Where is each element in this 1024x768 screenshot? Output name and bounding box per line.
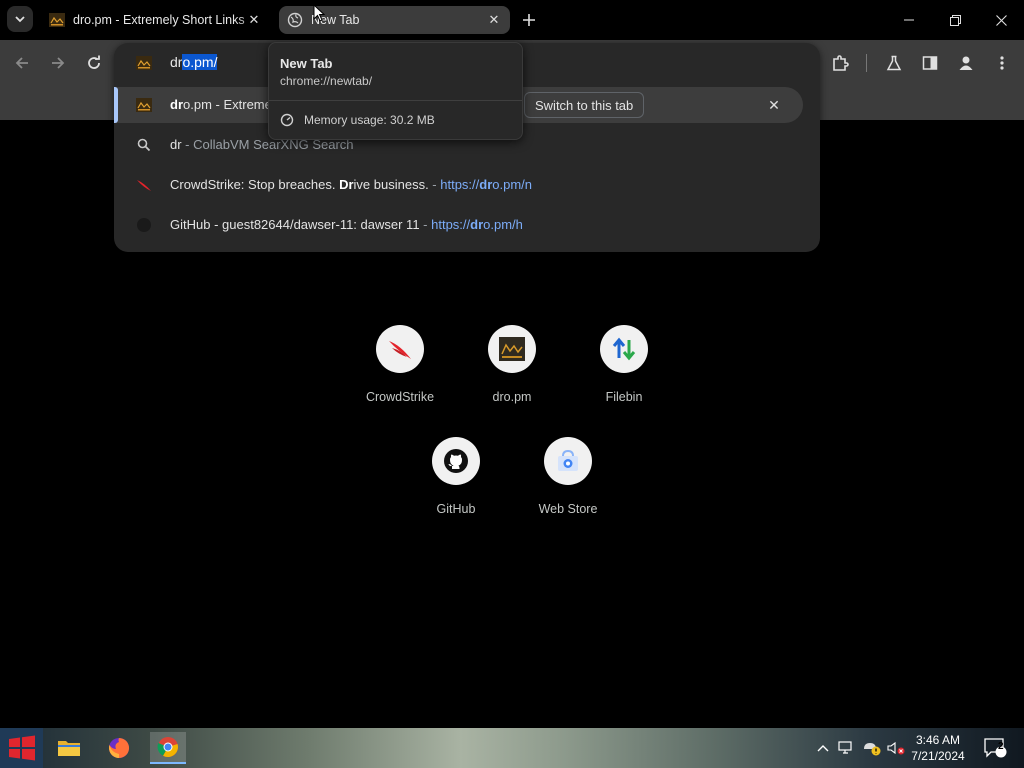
suggestion-history[interactable]: CrowdStrike: Stop breaches. Drive busine… [114, 167, 820, 203]
clock[interactable]: 3:46 AM 7/21/2024 [902, 732, 974, 764]
dro-pm-icon [488, 325, 536, 373]
flask-icon [886, 55, 902, 71]
globe-icon [287, 12, 303, 28]
clock-date: 7/21/2024 [911, 749, 965, 763]
crowdstrike-favicon-icon [136, 177, 152, 193]
suggestion-text: CrowdStrike: Stop breaches. Drive busine… [170, 177, 533, 192]
filebin-icon [600, 325, 648, 373]
shortcut-web-store[interactable]: Web Store [520, 437, 616, 537]
shortcut-label: Web Store [538, 502, 598, 516]
side-panel-icon [922, 56, 938, 70]
defender-warning-icon[interactable] [860, 728, 884, 768]
folder-icon [58, 741, 80, 756]
restore-button[interactable] [932, 0, 978, 40]
shortcut-filebin[interactable]: Filebin [576, 325, 672, 425]
taskbar: 3:46 AM 7/21/2024 2 [0, 728, 1024, 768]
forward-button[interactable] [44, 49, 72, 77]
search-icon [136, 137, 152, 153]
close-tab-icon[interactable]: ✕ [246, 12, 262, 28]
github-icon [432, 437, 480, 485]
hover-card-url: chrome://newtab/ [280, 74, 373, 88]
shortcut-crowdstrike[interactable]: CrowdStrike [352, 325, 448, 425]
close-tab-icon[interactable]: ✕ [486, 12, 502, 28]
switch-to-tab-button[interactable]: Switch to this tab [524, 92, 645, 118]
dro-pm-favicon-icon [136, 97, 152, 113]
minimize-icon [904, 19, 914, 21]
hover-card-memory: Memory usage: 30.2 MB [280, 113, 435, 127]
hover-card-divider [269, 100, 522, 101]
minimize-button[interactable] [886, 0, 932, 40]
reload-icon [88, 55, 100, 69]
start-button[interactable] [0, 728, 43, 768]
close-window-button[interactable] [978, 0, 1024, 40]
kebab-menu-icon [1000, 56, 1004, 70]
omnibox-text[interactable]: dro.pm/ [170, 54, 218, 70]
chevron-down-icon [15, 16, 25, 23]
memory-usage-text: Memory usage: 30.2 MB [304, 113, 435, 127]
shortcut-label: GitHub [436, 502, 476, 516]
network-icon[interactable] [836, 728, 858, 768]
arrow-left-icon [15, 57, 28, 69]
gauge-icon [280, 113, 294, 127]
suggestion-text: GitHub - guest82644/dawser-11: dawser 11… [170, 217, 523, 232]
autocomplete-selection: o.pm/ [182, 54, 218, 70]
shortcut-label: dro.pm [492, 390, 532, 404]
web-store-icon [544, 437, 592, 485]
toolbar-divider [866, 54, 867, 72]
taskbar-firefox[interactable] [101, 732, 137, 764]
taskbar-file-explorer[interactable] [51, 732, 87, 764]
dro-pm-favicon-icon [49, 12, 65, 28]
chrome-icon [157, 737, 178, 758]
extensions-button[interactable] [826, 49, 854, 77]
close-icon [995, 14, 1007, 26]
shortcut-dro-pm[interactable]: dro.pm [464, 325, 560, 425]
tab-title: New Tab [311, 13, 360, 27]
arrow-right-icon [52, 57, 65, 69]
suggestion-history[interactable]: GitHub - guest82644/dawser-11: dawser 11… [114, 207, 820, 243]
puzzle-icon [833, 55, 849, 71]
taskbar-chrome[interactable] [150, 732, 186, 764]
notification-count: 2 [998, 741, 1004, 752]
plus-icon [523, 14, 535, 26]
tab-title: dro.pm - Extremely Short Links [73, 13, 245, 27]
mouse-cursor-icon [313, 4, 325, 22]
shortcut-label: CrowdStrike [365, 390, 435, 404]
tab-search-button[interactable] [7, 6, 33, 32]
remove-suggestion-icon[interactable]: ✕ [764, 95, 784, 115]
windows-logo-icon [8, 735, 35, 761]
tab-strip: dro.pm - Extremely Short Links ✕ New Tab… [0, 0, 1024, 40]
clock-time: 3:46 AM [915, 733, 961, 747]
crowdstrike-icon [376, 325, 424, 373]
tab-dro-pm[interactable]: dro.pm - Extremely Short Links ✕ [41, 6, 270, 34]
side-panel-button[interactable] [916, 49, 944, 77]
hover-card-title: New Tab [280, 56, 333, 71]
typed-text: dr [170, 54, 183, 70]
dro-pm-favicon-icon [136, 55, 152, 71]
back-button[interactable] [8, 49, 36, 77]
reload-button[interactable] [80, 49, 108, 77]
user-icon [959, 56, 973, 70]
labs-button[interactable] [880, 49, 908, 77]
shortcut-github[interactable]: GitHub [408, 437, 504, 537]
github-favicon-icon [136, 217, 152, 233]
restore-icon [949, 14, 961, 26]
action-center-button[interactable]: 2 [978, 728, 1012, 768]
tab-hover-card: New Tab chrome://newtab/ Memory usage: 3… [268, 42, 523, 140]
shortcut-label: Filebin [605, 390, 643, 404]
profile-button[interactable] [952, 49, 980, 77]
firefox-icon [109, 737, 130, 758]
show-hidden-icons-button[interactable] [814, 728, 832, 768]
new-tab-button[interactable] [518, 9, 540, 31]
menu-button[interactable] [988, 49, 1016, 77]
chevron-up-icon [817, 745, 829, 752]
